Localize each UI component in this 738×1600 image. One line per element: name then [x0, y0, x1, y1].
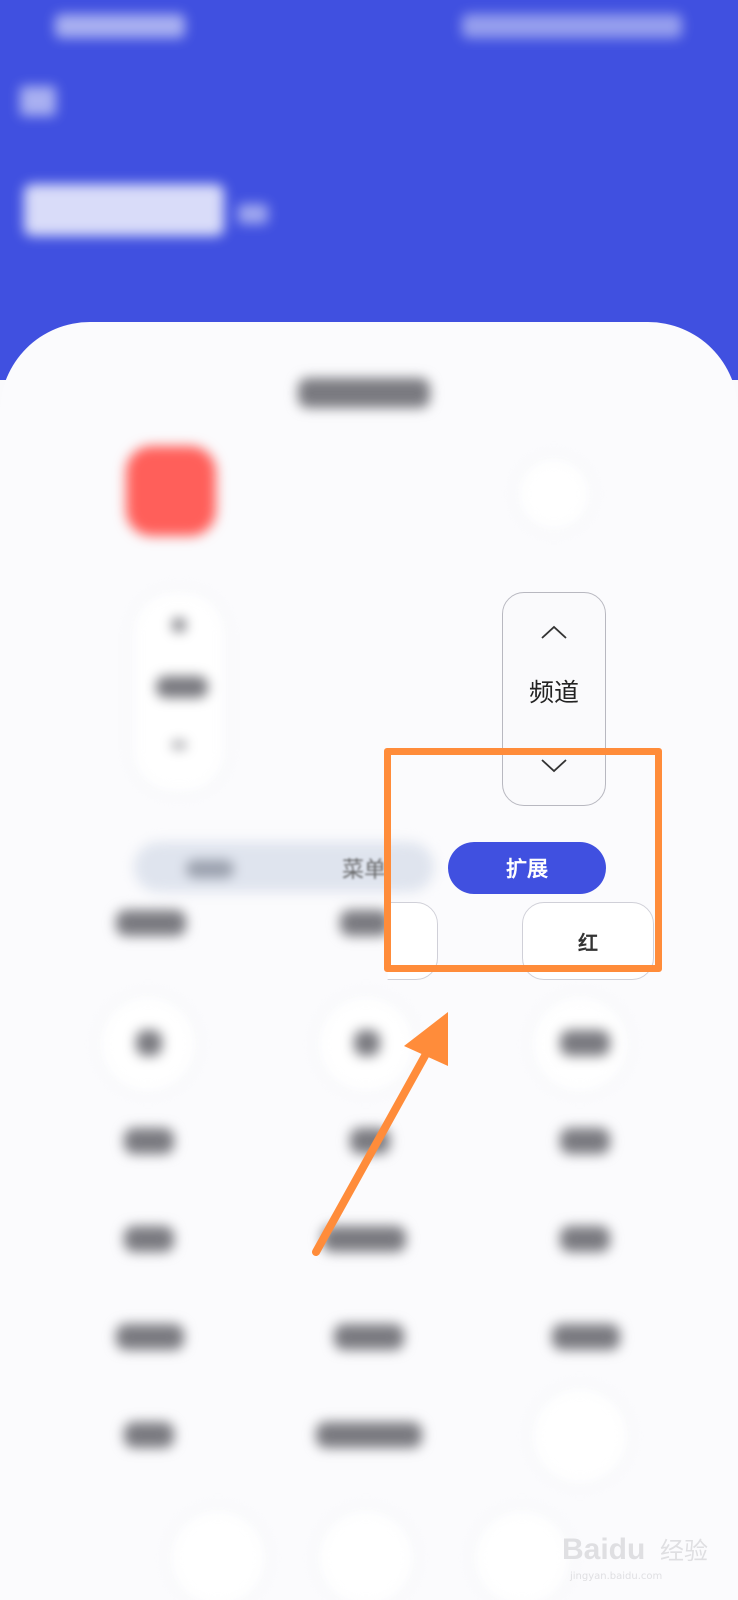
grid-key[interactable]: [340, 910, 390, 936]
device-name: [298, 378, 430, 408]
back-button[interactable]: [20, 86, 56, 116]
grid-key-label: [322, 1226, 406, 1252]
power-button[interactable]: [126, 446, 216, 536]
grid-key[interactable]: [318, 1510, 414, 1600]
grid-key[interactable]: [474, 1510, 570, 1600]
svg-text:Baidu: Baidu: [562, 1533, 645, 1566]
grid-key[interactable]: [532, 1388, 628, 1484]
channel-down-button[interactable]: [503, 741, 605, 791]
status-bar-icons: [462, 14, 682, 38]
grid-key-label: [560, 1030, 610, 1056]
grid-key-label: [116, 1324, 184, 1350]
page-title: [24, 184, 224, 236]
grid-key-label: [124, 1226, 174, 1252]
mute-button[interactable]: [518, 458, 590, 530]
grid-key-label: [334, 1324, 404, 1350]
grid-key-label: [560, 1226, 610, 1252]
grid-key-label: [552, 1324, 620, 1350]
channel-control: 频道: [502, 592, 606, 806]
grid-key-label: [350, 1128, 390, 1154]
tab-expand[interactable]: 扩展: [448, 842, 606, 894]
grid-key-label: [136, 1030, 162, 1056]
red-key-label: 红: [578, 930, 598, 955]
grid-key-label: [560, 1128, 610, 1154]
grid-key-label: [316, 1422, 422, 1448]
grid-key-label: [124, 1128, 174, 1154]
title-dropdown-icon[interactable]: [238, 204, 268, 224]
grid-key[interactable]: [170, 1510, 266, 1600]
grid-key-label: [354, 1030, 380, 1056]
red-key-button[interactable]: 红: [522, 902, 654, 980]
grid-key-label: [124, 1422, 174, 1448]
channel-up-button[interactable]: [503, 607, 605, 657]
grid-key[interactable]: [116, 910, 186, 936]
chevron-down-icon: [541, 759, 567, 773]
tab-menu[interactable]: 菜单: [342, 852, 386, 884]
volume-down-icon: [172, 742, 186, 748]
chevron-up-icon: [541, 625, 567, 639]
status-bar-time: [55, 14, 185, 38]
tab-basic[interactable]: [186, 860, 234, 878]
svg-text:jingyan.baidu.com: jingyan.baidu.com: [569, 1571, 662, 1582]
baidu-watermark-logo: Baidu 经验 jingyan.baidu.com: [562, 1533, 708, 1582]
volume-up-icon: [172, 618, 186, 632]
tab-bar: [134, 842, 434, 892]
volume-label: [156, 676, 208, 698]
svg-text:经验: 经验: [660, 1537, 708, 1565]
channel-label: 频道: [528, 678, 579, 707]
